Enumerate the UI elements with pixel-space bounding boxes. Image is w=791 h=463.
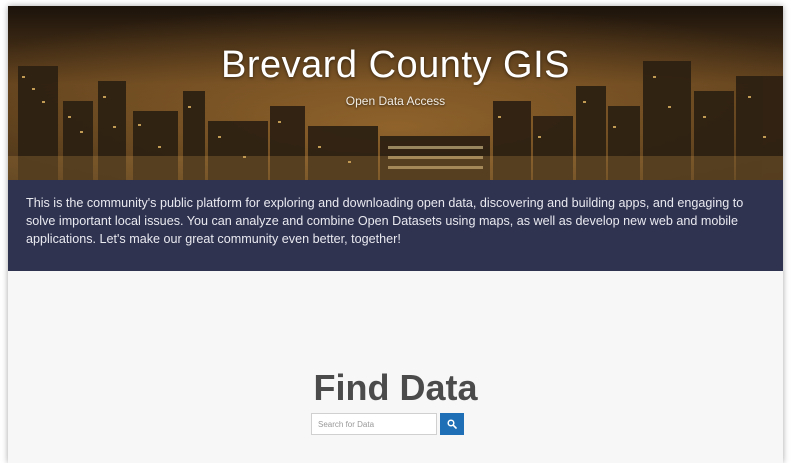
intro-text: This is the community's public platform … <box>26 196 744 246</box>
hero-banner: Brevard County GIS Open Data Access <box>8 6 783 180</box>
search-input[interactable] <box>311 413 437 435</box>
search-button[interactable] <box>440 413 464 435</box>
city-skyline-image <box>8 6 783 180</box>
page-subtitle: Open Data Access <box>345 94 446 108</box>
search-bar <box>311 413 464 435</box>
page-title: Brevard County GIS <box>220 44 571 86</box>
page-frame: Brevard County GIS Open Data Access This… <box>8 6 783 463</box>
find-data-heading: Find Data <box>313 367 478 408</box>
search-icon <box>447 419 457 429</box>
find-data-section: Find Data <box>8 271 783 463</box>
intro-band: This is the community's public platform … <box>8 180 783 271</box>
